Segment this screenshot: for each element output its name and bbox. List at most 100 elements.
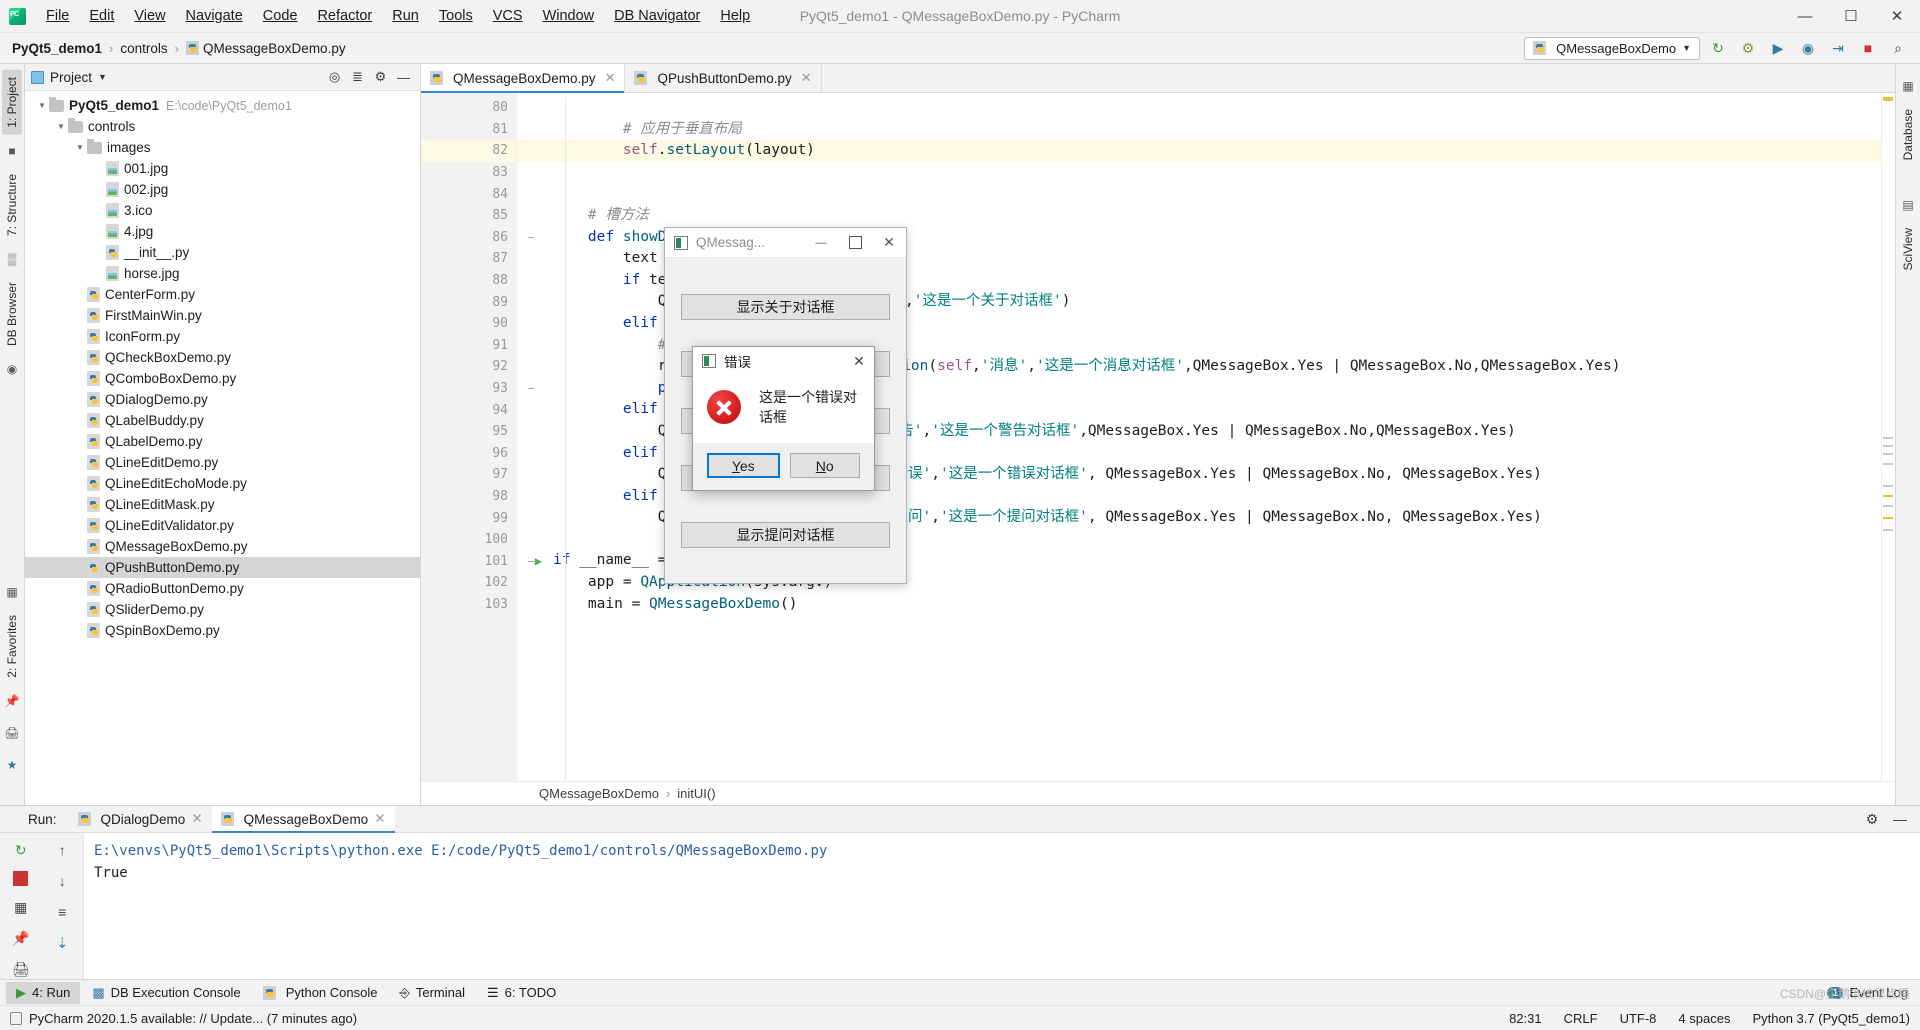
database-search-icon[interactable]: ◉	[7, 362, 17, 376]
line-number[interactable]: 102	[421, 572, 516, 594]
run-tab-qmessageboxdemo[interactable]: QMessageBoxDemo ✕	[211, 806, 395, 833]
sidebar-tab-database[interactable]: Database	[1898, 102, 1918, 167]
pin-tab-icon[interactable]: 📌	[10, 928, 32, 948]
sidebar-tab-sciview[interactable]: SciView	[1898, 221, 1918, 277]
settings-gear-icon[interactable]: ⚙	[1860, 807, 1884, 831]
status-message[interactable]: PyCharm 2020.1.5 available: // Update...…	[29, 1011, 357, 1026]
code-line[interactable]: self.setLayout(layout)	[517, 140, 1881, 162]
warning-marker[interactable]	[1883, 97, 1893, 101]
hide-panel-icon[interactable]: —	[393, 67, 414, 88]
pin-icon[interactable]: ▦	[10, 897, 32, 917]
rerun-button[interactable]: ↻	[1706, 36, 1730, 60]
line-number[interactable]: 100	[421, 529, 516, 551]
maximize-button[interactable]: ☐	[1828, 0, 1874, 33]
close-icon[interactable]: ✕	[191, 811, 202, 827]
tree-node[interactable]: FirstMainWin.py	[25, 305, 420, 326]
line-number[interactable]: 103	[421, 594, 516, 616]
line-number[interactable]: 88	[421, 270, 516, 292]
line-number[interactable]: 96	[421, 443, 516, 465]
tree-node[interactable]: QDialogDemo.py	[25, 389, 420, 410]
no-button[interactable]: No	[789, 453, 860, 478]
down-icon[interactable]: ↓	[51, 871, 73, 891]
qt-close-button[interactable]	[872, 228, 906, 258]
tree-node[interactable]: QLineEditDemo.py	[25, 452, 420, 473]
stop-button[interactable]: ■	[1856, 36, 1880, 60]
rerun-icon[interactable]: ↻	[10, 840, 32, 860]
up-icon[interactable]: ↑	[51, 840, 73, 860]
line-number[interactable]: 99	[421, 507, 516, 529]
search-everywhere-icon[interactable]: ⌕	[1886, 36, 1910, 60]
tree-node[interactable]: QLineEditMask.py	[25, 494, 420, 515]
line-number[interactable]: 81	[421, 119, 516, 141]
line-number[interactable]: 90	[421, 313, 516, 335]
sidebar-tab-favorites[interactable]: 2: Favorites	[2, 608, 22, 685]
code-line[interactable]: # 应用于垂直布局	[517, 119, 1881, 141]
tree-node[interactable]: __init__.py	[25, 242, 420, 263]
line-number[interactable]: 92	[421, 356, 516, 378]
code-line[interactable]	[517, 97, 1881, 119]
close-icon[interactable]: ✕	[844, 353, 874, 370]
run-console-output[interactable]: E:\venvs\PyQt5_demo1\Scripts\python.exe …	[84, 833, 1920, 979]
profile-button[interactable]: ◉	[1796, 36, 1820, 60]
menu-vcs[interactable]: VCS	[483, 4, 533, 28]
line-number[interactable]: 83	[421, 162, 516, 184]
tree-node[interactable]: 4.jpg	[25, 221, 420, 242]
tree-node[interactable]: QRadioButtonDemo.py	[25, 578, 420, 599]
menu-edit[interactable]: Edit	[79, 4, 124, 28]
tree-node[interactable]: QPushButtonDemo.py	[25, 557, 420, 578]
tab-qpushbuttondemo[interactable]: QPushButtonDemo.py ✕	[625, 64, 822, 92]
python-interpreter[interactable]: Python 3.7 (PyQt5_demo1)	[1752, 1011, 1910, 1026]
menu-file[interactable]: File	[36, 4, 79, 28]
editor-crumb-class[interactable]: QMessageBoxDemo	[539, 786, 659, 801]
menu-view[interactable]: View	[124, 4, 175, 28]
line-number[interactable]: 84	[421, 183, 516, 205]
line-number[interactable]: 97	[421, 464, 516, 486]
close-icon[interactable]: ✕	[801, 70, 812, 86]
menu-window[interactable]: Window	[533, 4, 605, 28]
menu-run[interactable]: Run	[382, 4, 429, 28]
tab-qmessageboxdemo[interactable]: QMessageBoxDemo.py ✕	[421, 64, 626, 93]
project-tree[interactable]: ▼ PyQt5_demo1 E:\code\PyQt5_demo1 ▼ controls…	[25, 91, 420, 805]
printer-icon[interactable]: 🖨	[10, 959, 32, 979]
scroll-end-icon[interactable]: ⇣	[51, 933, 73, 953]
code-line[interactable]	[517, 162, 1881, 184]
structure-icon[interactable]: ▒	[8, 252, 17, 266]
menu-db-navigator[interactable]: DB Navigator	[604, 4, 710, 28]
tool-tab-python-console[interactable]: Python Console	[253, 982, 388, 1003]
code-line[interactable]: main = QMessageBoxDemo()	[517, 594, 1881, 616]
tree-node[interactable]: QComboBoxDemo.py	[25, 368, 420, 389]
tree-node[interactable]: ▼ images	[25, 137, 420, 158]
tree-node[interactable]: QSliderDemo.py	[25, 599, 420, 620]
close-icon[interactable]: ✕	[605, 70, 616, 86]
breadcrumb-folder[interactable]: controls	[120, 41, 167, 56]
tool-tab-run[interactable]: ▶ 4: Run	[6, 981, 81, 1004]
hide-panel-icon[interactable]: —	[1888, 807, 1912, 831]
line-number[interactable]: 87	[421, 248, 516, 270]
debug-button[interactable]: ⚙	[1736, 36, 1760, 60]
editor-crumb-method[interactable]: initUI()	[677, 786, 715, 801]
breadcrumb-project[interactable]: PyQt5_demo1	[12, 41, 102, 56]
close-icon[interactable]: ✕	[374, 811, 385, 827]
file-encoding[interactable]: UTF-8	[1620, 1011, 1657, 1026]
structure-grid-icon[interactable]: ▦	[6, 585, 17, 599]
editor-marker-strip[interactable]	[1881, 93, 1895, 781]
tree-node[interactable]: QCheckBoxDemo.py	[25, 347, 420, 368]
tree-node[interactable]: IconForm.py	[25, 326, 420, 347]
settings-gear-icon[interactable]: ⚙	[370, 67, 391, 88]
tree-node[interactable]: ▼ PyQt5_demo1 E:\code\PyQt5_demo1	[25, 95, 420, 116]
tree-node[interactable]: CenterForm.py	[25, 284, 420, 305]
yes-button[interactable]: Yes	[707, 453, 780, 478]
line-number[interactable]: 98	[421, 486, 516, 508]
select-opened-file-icon[interactable]: ◎	[324, 67, 345, 88]
minimize-button[interactable]: —	[1782, 0, 1828, 33]
printer-icon[interactable]: 🖨	[4, 726, 19, 740]
tree-node[interactable]: horse.jpg	[25, 263, 420, 284]
tree-node[interactable]: QLineEditEchoMode.py	[25, 473, 420, 494]
breadcrumb-file[interactable]: QMessageBoxDemo.py	[186, 41, 346, 56]
qt-maximize-button[interactable]	[838, 228, 872, 258]
collapse-all-icon[interactable]: ≣	[347, 67, 368, 88]
menu-refactor[interactable]: Refactor	[307, 4, 382, 28]
menu-code[interactable]: Code	[253, 4, 308, 28]
chart-icon[interactable]: ▤	[1902, 198, 1913, 212]
attach-button[interactable]: ⇥	[1826, 36, 1850, 60]
